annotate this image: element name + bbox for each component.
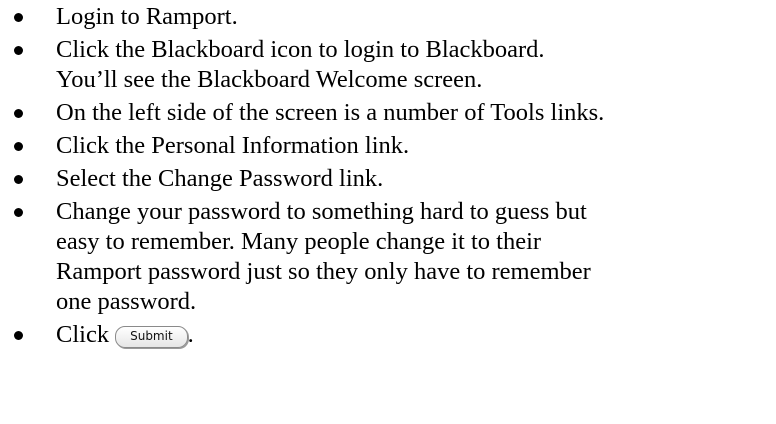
submit-button[interactable]: Submit: [115, 326, 188, 348]
bullet-icon: [14, 109, 23, 118]
step-text: You’ll see the Blackboard Welcome screen…: [56, 66, 483, 93]
bullet-icon: [14, 208, 23, 217]
step-text: Click the Personal Information link.: [56, 132, 410, 159]
list-item-click-submit: Click Submit.: [0, 320, 776, 350]
list-item-change-password-instructions: Change your password to something hard t…: [0, 197, 776, 317]
bullet-icon: [14, 331, 23, 340]
step-text: Login to Ramport.: [56, 3, 238, 30]
step-text-suffix: .: [187, 321, 194, 348]
step-text: easy to remember. Many people change it …: [56, 228, 542, 255]
step-text: Change your password to something hard t…: [56, 198, 587, 225]
list-item-blackboard-icon: Click the Blackboard icon to login to Bl…: [0, 35, 776, 95]
step-text: On the left side of the screen is a numb…: [56, 99, 605, 126]
step-text: Select the Change Password link.: [56, 165, 384, 192]
instruction-list: Login to Ramport. Click the Blackboard i…: [0, 2, 776, 353]
step-text: one password.: [56, 288, 197, 315]
step-text: Click the Blackboard icon to login to Bl…: [56, 36, 545, 63]
list-item-personal-information: Click the Personal Information link.: [0, 131, 776, 161]
bullet-icon: [14, 175, 23, 184]
step-text: Click: [56, 321, 110, 348]
list-item-tools-links: On the left side of the screen is a numb…: [0, 98, 776, 128]
list-item-change-password-link: Select the Change Password link.: [0, 164, 776, 194]
bullet-icon: [14, 13, 23, 22]
step-text: Ramport password just so they only have …: [56, 258, 591, 285]
list-item-login-ramport: Login to Ramport.: [0, 2, 776, 32]
bullet-icon: [14, 142, 23, 151]
bullet-icon: [14, 46, 23, 55]
